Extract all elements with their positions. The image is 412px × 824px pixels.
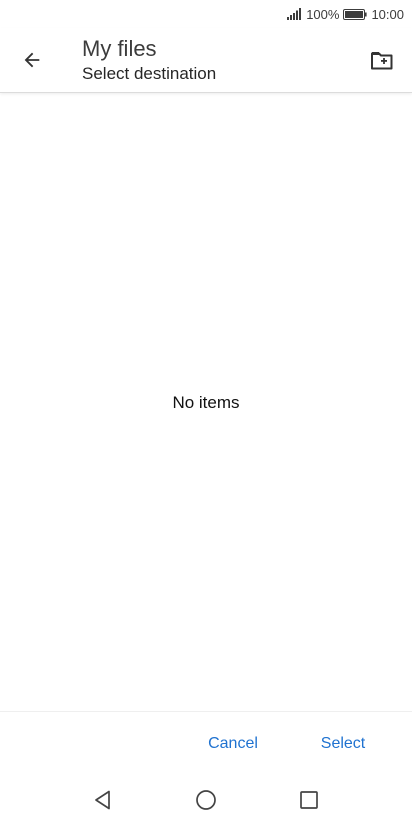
signal-icon bbox=[287, 8, 302, 20]
empty-state-message: No items bbox=[172, 393, 240, 412]
nav-back-button[interactable] bbox=[89, 786, 117, 814]
battery-percent: 100% bbox=[306, 6, 340, 22]
clock: 10:00 bbox=[371, 6, 404, 22]
square-recents-icon bbox=[300, 791, 318, 809]
status-bar: 100% 10:00 bbox=[0, 0, 412, 28]
circle-home-icon bbox=[196, 790, 216, 810]
new-folder-icon bbox=[371, 52, 393, 70]
cancel-button[interactable]: Cancel bbox=[193, 724, 273, 764]
select-button[interactable]: Select bbox=[304, 724, 382, 764]
triangle-back-icon bbox=[95, 790, 110, 810]
arrow-left-icon bbox=[24, 52, 40, 68]
new-folder-button[interactable] bbox=[364, 42, 400, 78]
screen: 100% 10:00 My files Select destination N… bbox=[0, 0, 412, 824]
title-group: My files Select destination bbox=[82, 36, 216, 85]
navigation-bar bbox=[0, 776, 412, 824]
status-indicators: 100% 10:00 bbox=[287, 6, 404, 22]
back-button[interactable] bbox=[12, 40, 52, 80]
page-subtitle: Select destination bbox=[82, 64, 217, 83]
battery-icon bbox=[343, 8, 368, 20]
action-divider bbox=[0, 711, 412, 712]
app-bar: My files Select destination bbox=[0, 28, 412, 92]
page-title: My files bbox=[82, 36, 157, 61]
nav-recents-button[interactable] bbox=[295, 786, 323, 814]
nav-home-button[interactable] bbox=[192, 786, 220, 814]
